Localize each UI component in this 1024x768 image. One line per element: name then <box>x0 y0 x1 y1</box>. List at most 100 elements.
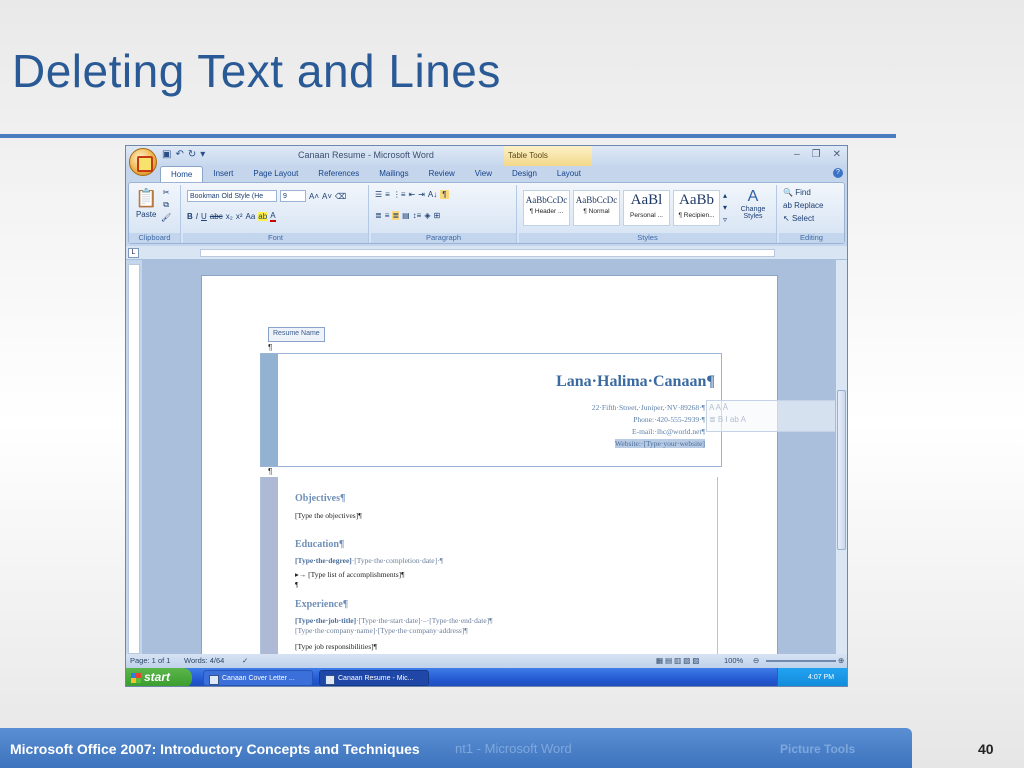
subscript-icon[interactable]: x₂ <box>226 212 233 221</box>
resume-name[interactable]: Lana·Halima·Canaan¶ <box>556 373 715 391</box>
help-icon[interactable]: ? <box>833 168 843 178</box>
paste-icon[interactable]: 📋 <box>135 188 157 209</box>
start-button[interactable]: start <box>126 668 192 686</box>
redo-icon[interactable]: ↻ <box>188 149 196 160</box>
clock[interactable]: 4:07 PM <box>808 674 834 681</box>
proofing-icon[interactable]: ✓ <box>242 656 248 665</box>
tab-layout[interactable]: Layout <box>547 166 591 183</box>
select-button[interactable]: Select <box>792 214 814 223</box>
resume-phone[interactable]: Phone:·420-555-2939·¶ <box>633 415 705 424</box>
zoom-level[interactable]: 100% <box>724 656 743 665</box>
undo-icon[interactable]: ↶ <box>175 149 183 160</box>
shrink-font-icon[interactable]: A˅ <box>322 192 332 201</box>
styles-scroll-down-icon[interactable]: ▾ <box>723 203 727 212</box>
cut-icon[interactable]: ✂ <box>163 188 170 197</box>
center-icon[interactable]: ≡ <box>385 211 390 220</box>
decrease-indent-icon[interactable]: ⇤ <box>409 190 416 199</box>
increase-indent-icon[interactable]: ⇥ <box>418 190 425 199</box>
change-styles-icon[interactable]: A <box>748 188 759 206</box>
experience-dates[interactable]: ·[Type·the·start·date]·–·[Type·the·end·d… <box>356 616 492 625</box>
mini-toolbar-font-icon[interactable]: A A Ā <box>709 403 728 412</box>
tab-references[interactable]: References <box>308 166 369 183</box>
font-name-box[interactable]: Bookman Old Style (He <box>187 190 277 202</box>
ruler-track[interactable] <box>200 249 775 257</box>
line-spacing-icon[interactable]: ↕≡ <box>413 211 422 220</box>
find-button[interactable]: Find <box>795 188 811 197</box>
change-styles-button[interactable]: Change Styles <box>733 206 773 220</box>
tab-insert[interactable]: Insert <box>203 166 243 183</box>
copy-icon[interactable]: ⧉ <box>163 200 169 210</box>
sort-icon[interactable]: A↓ <box>428 190 437 199</box>
show-hide-icon[interactable]: ¶ <box>440 190 449 199</box>
zoom-out-icon[interactable]: ⊖ <box>753 656 759 665</box>
taskbar-item-resume[interactable]: Canaan Resume - Mic... <box>319 670 429 686</box>
experience-responsibilities[interactable]: [Type job responsibilities]¶ <box>295 642 377 651</box>
paste-button[interactable]: Paste <box>136 210 156 219</box>
objectives-placeholder[interactable]: [Type the objectives]¶ <box>295 511 362 520</box>
mini-toolbar[interactable]: A A Ā ≣ B I ab A <box>706 400 836 432</box>
resume-address[interactable]: 22·Fifth·Street,·Juniper,·NV·89268·¶ <box>592 403 705 412</box>
select-icon[interactable]: ↖ <box>783 214 790 223</box>
style-recipient-label: ¶ Recipien... <box>678 212 715 219</box>
replace-button[interactable]: Replace <box>794 201 823 210</box>
clear-format-icon[interactable]: ⌫ <box>335 192 346 201</box>
multilevel-list-icon[interactable]: ⋮≡ <box>393 190 406 199</box>
taskbar-item-cover-letter[interactable]: Canaan Cover Letter ... <box>203 670 313 686</box>
view-buttons-icon[interactable]: ▦▤▥▧▨ <box>656 656 701 665</box>
font-color-icon[interactable]: A <box>270 211 276 222</box>
tab-mailings[interactable]: Mailings <box>369 166 418 183</box>
scrollbar-thumb[interactable] <box>837 390 846 550</box>
numbering-icon[interactable]: ≡ <box>385 190 390 199</box>
justify-icon[interactable]: ▤ <box>402 211 410 220</box>
education-accomplishments[interactable]: ▸→ [Type list of accomplishments]¶ <box>295 570 405 579</box>
styles-more-icon[interactable]: ▿ <box>723 215 727 224</box>
close-icon[interactable]: ✕ <box>833 149 841 160</box>
align-right-icon[interactable]: ≣ <box>392 211 400 220</box>
styles-scroll-up-icon[interactable]: ▴ <box>723 191 727 200</box>
align-left-icon[interactable]: ≣ <box>375 211 382 220</box>
grow-font-icon[interactable]: A˄ <box>309 192 319 201</box>
mini-toolbar-format-icon[interactable]: ≣ B I ab A <box>709 415 836 424</box>
font-size-box[interactable]: 9 <box>280 190 306 202</box>
change-case-icon[interactable]: Aa <box>245 212 255 221</box>
style-normal[interactable]: AaBbCcDc ¶ Normal <box>573 190 620 226</box>
resume-email[interactable]: E-mail:·lhc@world.net¶ <box>632 427 705 436</box>
replace-icon[interactable]: ab <box>783 201 792 210</box>
format-painter-icon[interactable]: 🖌 <box>161 213 171 222</box>
superscript-icon[interactable]: x² <box>236 212 243 221</box>
zoom-slider[interactable] <box>766 660 836 662</box>
underline-icon[interactable]: U <box>201 212 207 221</box>
tab-page-layout[interactable]: Page Layout <box>243 166 308 183</box>
tab-design[interactable]: Design <box>502 166 547 183</box>
bold-icon[interactable]: B <box>187 212 193 221</box>
minimize-icon[interactable]: – <box>794 149 800 160</box>
education-degree[interactable]: [Type·the·degree] <box>295 556 352 565</box>
zoom-in-icon[interactable]: ⊕ <box>838 656 844 665</box>
borders-icon[interactable]: ⊞ <box>433 211 440 220</box>
style-personal[interactable]: AaBl Personal ... <box>623 190 670 226</box>
customize-qat-icon[interactable]: ▾ <box>200 149 205 160</box>
vertical-scrollbar[interactable] <box>835 260 847 654</box>
highlight-icon[interactable]: ab <box>258 212 268 221</box>
education-date[interactable]: ·[Type·the·completion·date]·¶ <box>352 556 443 565</box>
tab-selector[interactable]: L <box>128 248 139 258</box>
tab-review[interactable]: Review <box>419 166 465 183</box>
experience-job-title[interactable]: [Type·the·job·title] <box>295 616 356 625</box>
save-icon[interactable]: ▣ <box>162 149 171 160</box>
strikethrough-icon[interactable]: abc <box>210 212 223 221</box>
bullets-icon[interactable]: ☰ <box>375 190 382 199</box>
experience-company[interactable]: [Type·the·company·name]·[Type·the·compan… <box>295 626 468 635</box>
page-count[interactable]: Page: 1 of 1 <box>130 656 170 665</box>
style-recipient[interactable]: AaBb ¶ Recipien... <box>673 190 720 226</box>
style-header[interactable]: AaBbCcDc ¶ Header ... <box>523 190 570 226</box>
office-button[interactable] <box>129 148 157 176</box>
content-control-tag[interactable]: Resume Name <box>268 327 325 342</box>
tab-home[interactable]: Home <box>160 166 204 183</box>
shading-icon[interactable]: ◈ <box>424 211 430 220</box>
tab-view[interactable]: View <box>465 166 502 183</box>
find-icon[interactable]: 🔍 <box>783 188 793 197</box>
resume-website-selected[interactable]: Website:·[Type·your·website] <box>614 439 705 448</box>
italic-icon[interactable]: I <box>196 212 198 221</box>
word-count[interactable]: Words: 4/64 <box>184 656 224 665</box>
restore-icon[interactable]: ❐ <box>812 149 821 160</box>
